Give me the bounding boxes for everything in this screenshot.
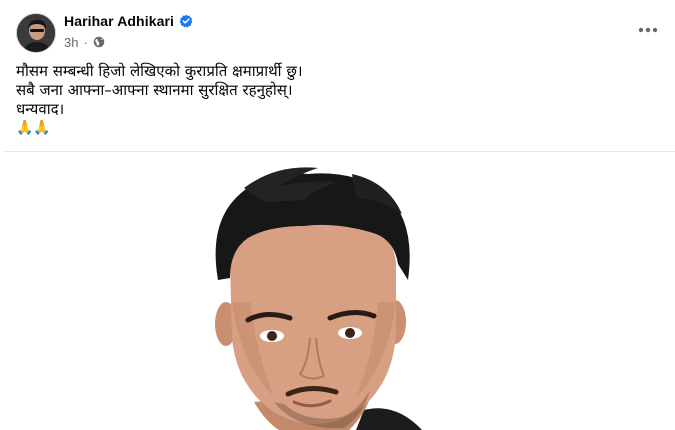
more-options-icon[interactable] xyxy=(637,20,659,40)
post-meta: 3h · xyxy=(64,34,105,50)
post-text: मौसम सम्बन्धी हिजो लेखिएको कुराप्रति क्ष… xyxy=(16,62,656,138)
portrait-image xyxy=(4,152,675,430)
post-header: Harihar Adhikari 3h · xyxy=(0,0,675,58)
globe-icon[interactable] xyxy=(93,36,105,48)
folded-hands-emoji: 🙏🙏 xyxy=(16,120,51,136)
post-text-line: सबै जना आफ्ना–आफ्ना स्थानमा सुरक्षित रहन… xyxy=(16,81,293,99)
post-timestamp[interactable]: 3h xyxy=(64,35,78,50)
author-name[interactable]: Harihar Adhikari xyxy=(64,13,174,29)
author-avatar[interactable] xyxy=(16,13,56,53)
meta-separator: · xyxy=(83,34,88,50)
facebook-post: Harihar Adhikari 3h · मौसम सम्बन्धी हिजो… xyxy=(0,0,675,430)
avatar-image xyxy=(17,14,55,52)
post-photo[interactable] xyxy=(4,152,675,430)
verified-badge-icon xyxy=(179,13,193,28)
post-text-line: मौसम सम्बन्धी हिजो लेखिएको कुराप्रति क्ष… xyxy=(16,62,303,80)
post-text-line: धन्यवाद। xyxy=(16,100,65,118)
